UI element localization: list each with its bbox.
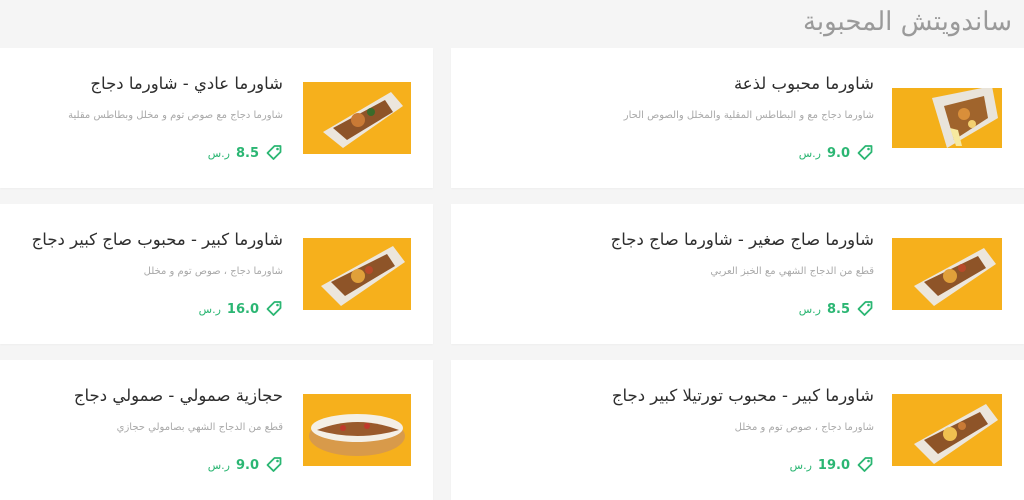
price-row: 8.5 ر.س [208,144,283,162]
item-name: شاورما كبير - محبوب تورتيلا كبير دجاج [611,386,874,405]
food-photo [892,394,1002,466]
price-tag-icon [265,456,283,474]
item-name: شاورما محبوب لذعة [733,74,874,93]
currency-label: ر.س [207,146,230,160]
item-description: شاورما دجاج ، صوص توم و مخلل [734,422,874,433]
food-photo [892,88,1002,148]
item-price: 8.5 [235,145,259,161]
currency-label: ر.س [789,458,812,472]
currency-label: ر.س [207,458,230,472]
item-name: شاورما عادي - شاورما دجاج [90,74,283,93]
price-tag-icon [856,300,874,318]
price-row: 9.0 ر.س [799,144,874,162]
food-photo [303,238,411,310]
price-row: 9.0 ر.س [208,456,283,474]
item-name: شاورما كبير - محبوب صاج كبير دجاج [31,230,283,249]
menu-item-card[interactable]: شاورما عادي - شاورما دجاج شاورما دجاج مع… [0,48,433,188]
item-price: 8.5 [826,301,850,317]
price-row: 16.0 ر.س [199,300,283,318]
item-description: شاورما دجاج ، صوص توم و مخلل [143,266,283,277]
price-tag-icon [856,144,874,162]
food-photo [892,238,1002,310]
currency-label: ر.س [798,302,821,316]
section-title: ساندويتش المحبوبة [802,7,1012,37]
item-description: قطع من الدجاج الشهي بصامولي حجازي [116,422,283,433]
menu-item-card[interactable]: حجازية صمولي - صمولي دجاج قطع من الدجاج … [0,360,433,500]
price-tag-icon [265,144,283,162]
currency-label: ر.س [198,302,221,316]
currency-label: ر.س [798,146,821,160]
item-name: شاورما صاج صغير - شاورما صاج دجاج [610,230,874,249]
item-description: شاورما دجاج مع و البطاطس المقلية والمخلل… [623,110,874,121]
item-description: شاورما دجاج مع صوص توم و مخلل وبطاطس مقل… [68,110,283,121]
menu-item-card[interactable]: شاورما محبوب لذعة شاورما دجاج مع و البطا… [451,48,1024,188]
menu-item-card[interactable]: شاورما صاج صغير - شاورما صاج دجاج قطع من… [451,204,1024,344]
item-price: 9.0 [826,145,850,161]
item-description: قطع من الدجاج الشهي مع الخبز العربي [710,266,874,277]
food-photo [303,394,411,466]
food-photo [303,82,411,154]
price-row: 8.5 ر.س [799,300,874,318]
price-tag-icon [856,456,874,474]
item-price: 16.0 [226,301,259,317]
item-price: 19.0 [817,457,850,473]
price-tag-icon [265,300,283,318]
item-name: حجازية صمولي - صمولي دجاج [73,386,283,405]
menu-item-card[interactable]: شاورما كبير - محبوب تورتيلا كبير دجاج شا… [451,360,1024,500]
item-price: 9.0 [235,457,259,473]
price-row: 19.0 ر.س [790,456,874,474]
menu-item-card[interactable]: شاورما كبير - محبوب صاج كبير دجاج شاورما… [0,204,433,344]
